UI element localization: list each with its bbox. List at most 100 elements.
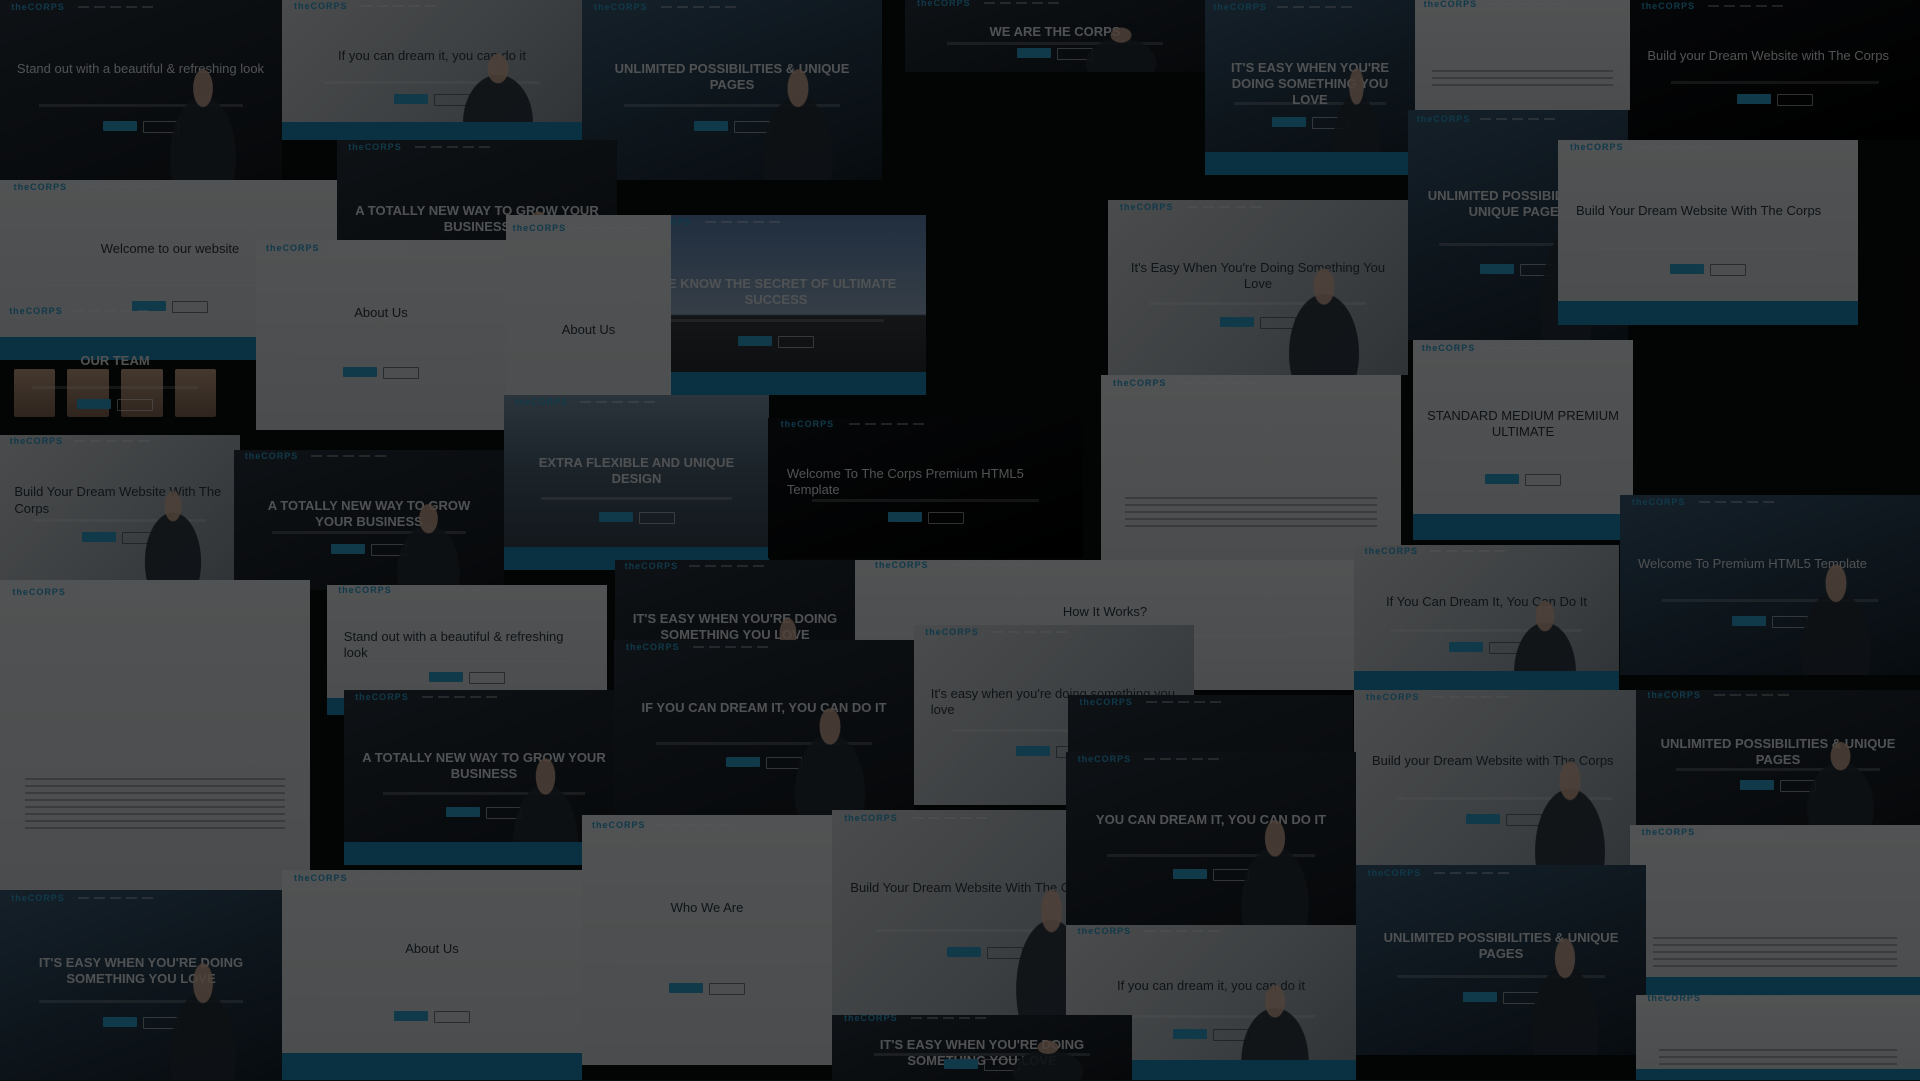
tile-primary-button [394, 1011, 428, 1021]
tile-cta-buttons [77, 399, 153, 411]
tile-primary-button [331, 544, 365, 554]
tile-navbar: theCORPS [1205, 0, 1415, 14]
tile-brand-logo: theCORPS [1424, 0, 1478, 9]
tile-navbar: theCORPS [504, 395, 769, 409]
tile-navbar: theCORPS [1354, 545, 1619, 557]
template-preview-tile: theCORPSIf You Can Dream It, You Can Do … [1354, 545, 1619, 690]
tile-nav-links [1714, 997, 1789, 999]
template-preview-tile: theCORPSOur Team [0, 305, 230, 445]
tile-subtitle-line [32, 386, 198, 389]
tile-brand-logo: theCORPS [515, 397, 569, 407]
tile-navbar: theCORPS [626, 215, 926, 229]
template-preview-tile: theCORPSIf you can dream it, you can do … [282, 0, 582, 140]
tile-brand-logo: theCORPS [294, 1, 348, 11]
tile-secondary-button [1710, 264, 1746, 276]
tile-brand-logo: theCORPS [10, 436, 64, 446]
tile-brand-logo: theCORPS [625, 561, 679, 571]
tile-secondary-button [778, 336, 814, 348]
tile-secondary-button [928, 512, 964, 524]
tile-accent-band [1636, 1069, 1920, 1080]
tile-accent-band [282, 122, 582, 140]
tile-secondary-button [434, 1011, 470, 1023]
tile-nav-links [1180, 382, 1255, 384]
tile-primary-button [1466, 814, 1500, 824]
tile-primary-button [1485, 474, 1519, 484]
tile-navbar: theCORPS [234, 450, 504, 461]
tile-subtitle-line [617, 960, 797, 963]
tile-primary-button [1449, 642, 1483, 652]
tile-person-photo [1226, 819, 1325, 928]
tile-brand-logo: theCORPS [844, 813, 898, 823]
tile-primary-button [947, 947, 981, 957]
tile-accent-band [626, 372, 926, 395]
tile-navbar: theCORPS [614, 640, 914, 654]
tile-nav-links [952, 564, 1027, 566]
tile-nav-links [661, 6, 736, 8]
tile-brand-logo: theCORPS [1365, 546, 1419, 556]
template-preview-tile: theCORPS [1415, 0, 1630, 110]
tile-primary-button [103, 1017, 137, 1027]
tile-brand-logo: theCORPS [1632, 497, 1686, 507]
tile-body-text [25, 778, 285, 834]
tile-hero-heading: How It Works? [885, 604, 1325, 620]
tile-primary-button [1732, 616, 1766, 626]
tile-subtitle-line [291, 350, 471, 353]
tile-hero-heading: Build Your Dream Website With The Corps [1576, 203, 1840, 219]
tile-body-text [1125, 497, 1377, 531]
tile-nav-links [657, 824, 732, 826]
tile-cta-buttons [429, 672, 505, 684]
tile-accent-band [1413, 514, 1633, 540]
tile-person-photo [1785, 563, 1887, 675]
template-preview-tile: theCORPS [1636, 995, 1920, 1080]
tile-subtitle-line [1600, 247, 1816, 250]
tile-person-photo [1792, 741, 1889, 825]
tile-person-photo [132, 490, 214, 580]
tile-nav-links [311, 455, 386, 457]
tile-cta-buttons [888, 512, 964, 524]
tile-cta-buttons [343, 367, 419, 379]
tile-nav-links [1187, 206, 1262, 208]
tile-primary-button [1740, 780, 1774, 790]
tile-navbar: theCORPS [1068, 695, 1353, 709]
tile-hero-heading: About Us [300, 941, 564, 957]
tile-primary-button [77, 399, 111, 409]
tile-nav-links [361, 5, 436, 7]
tile-brand-logo: theCORPS [781, 419, 835, 429]
tile-navbar: theCORPS [1408, 110, 1628, 128]
template-preview-tile: theCORPS [1101, 375, 1401, 565]
tile-brand-logo: theCORPS [844, 1015, 898, 1023]
tile-subtitle-line [366, 660, 568, 663]
tile-nav-links [331, 247, 406, 249]
tile-navbar: theCORPS [0, 435, 240, 447]
tile-brand-logo: theCORPS [11, 2, 65, 12]
tile-navbar: theCORPS [1413, 340, 1633, 356]
template-preview-tile: theCORPS [1630, 825, 1920, 1000]
tile-cta-buttons [1737, 94, 1813, 106]
tile-brand-logo: theCORPS [1642, 827, 1696, 837]
tile-nav-links [1485, 347, 1560, 349]
tile-cta-buttons [599, 512, 675, 524]
tile-primary-button [343, 367, 377, 377]
template-preview-tile: theCORPSBuild Your Dream Website With Th… [1558, 140, 1858, 325]
tile-primary-button [599, 512, 633, 522]
tile-navbar: theCORPS [832, 1015, 1132, 1020]
template-preview-tile: theCORPSAbout Us [256, 240, 506, 430]
tile-navbar: theCORPS [914, 625, 1194, 639]
tile-brand-logo: theCORPS [917, 0, 971, 8]
tile-nav-links [849, 423, 924, 425]
tile-navbar: theCORPS [344, 690, 624, 704]
tile-navbar: theCORPS [582, 815, 832, 835]
tile-navbar: theCORPS [615, 560, 855, 572]
tile-hero-heading: About Us [271, 305, 491, 321]
tile-primary-button [1016, 746, 1050, 756]
tile-nav-links [1144, 758, 1219, 760]
tile-primary-button [446, 807, 480, 817]
tile-subtitle-line [324, 992, 540, 995]
tile-nav-links [80, 591, 155, 593]
tile-nav-links [1699, 501, 1774, 503]
tile-person-photo [779, 707, 881, 816]
tile-body-text [1432, 70, 1613, 90]
tile-brand-logo: theCORPS [9, 306, 63, 316]
tile-navbar: theCORPS [582, 0, 882, 14]
tile-navbar: theCORPS [0, 580, 310, 605]
